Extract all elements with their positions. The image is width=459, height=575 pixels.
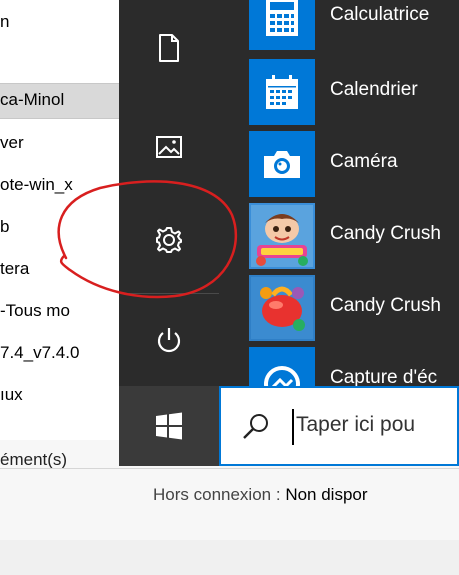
candy-crush-soda-icon <box>251 277 313 339</box>
explorer-item[interactable]: ver <box>0 133 24 153</box>
start-button[interactable] <box>119 386 219 466</box>
search-input[interactable]: Taper ici pou <box>219 386 459 466</box>
windows-logo-icon <box>156 412 182 440</box>
calculator-tile <box>249 0 315 50</box>
offline-status: Hors connexion : Non dispor <box>153 485 368 505</box>
app-item-capture[interactable]: Capture d'éc <box>219 347 459 386</box>
pictures-icon <box>156 136 182 158</box>
app-item-camera[interactable]: Caméra <box>219 131 459 201</box>
candy-crush-soda-tile <box>249 275 315 341</box>
power-icon <box>157 328 181 353</box>
pictures-button[interactable] <box>119 112 219 182</box>
explorer-item[interactable]: b <box>0 217 9 237</box>
calendar-tile <box>249 59 315 125</box>
snip-icon <box>264 366 300 386</box>
calendar-icon <box>266 75 298 109</box>
offline-status-label: Hors connexion : <box>153 485 281 504</box>
app-item-calendrier[interactable]: Calendrier <box>219 59 459 129</box>
app-list: Calculatrice Calendrier Caméra Candy Cru… <box>219 0 459 386</box>
settings-button[interactable] <box>119 205 219 275</box>
power-button[interactable] <box>119 306 219 376</box>
camera-tile <box>249 131 315 197</box>
taskbar: Taper ici pou <box>119 386 459 466</box>
explorer-item[interactable]: ote-win_x <box>0 175 73 195</box>
candy-crush-icon <box>251 205 313 267</box>
explorer-item[interactable]: tera <box>0 259 29 279</box>
app-name: Capture d'éc <box>330 367 438 386</box>
search-icon <box>243 414 268 439</box>
snip-tile <box>249 347 315 386</box>
status-divider <box>0 468 459 469</box>
window-bottom-bar <box>0 540 459 575</box>
explorer-item[interactable]: ıux <box>0 385 23 405</box>
offline-status-value: Non dispor <box>285 485 368 504</box>
documents-button[interactable] <box>119 13 219 83</box>
start-menu-rail <box>119 0 219 386</box>
calculator-icon <box>266 0 298 36</box>
search-placeholder: Taper ici pou <box>296 413 416 436</box>
candy-crush-tile <box>249 203 315 269</box>
explorer-item[interactable]: ca-Minol <box>0 90 64 110</box>
start-menu: Calculatrice Calendrier Caméra Candy Cru… <box>119 0 459 466</box>
explorer-item[interactable]: -Tous mo <box>0 301 70 321</box>
app-item-candy-crush-soda[interactable]: Candy Crush <box>219 275 459 345</box>
document-icon <box>159 34 179 62</box>
settings-gear-icon <box>156 227 182 253</box>
explorer-item[interactable]: n <box>0 12 9 32</box>
camera-icon <box>264 151 300 178</box>
explorer-item[interactable]: 7.4_v7.4.0 <box>0 343 79 363</box>
app-item-calculatrice[interactable]: Calculatrice <box>219 0 459 54</box>
app-item-candy-crush[interactable]: Candy Crush <box>219 203 459 273</box>
app-name: Calculatrice <box>330 4 430 25</box>
app-name: Candy Crush <box>330 223 441 244</box>
item-count-label: ément(s) <box>0 450 68 469</box>
text-caret <box>292 409 294 445</box>
rail-divider <box>123 293 219 294</box>
app-name: Calendrier <box>330 79 418 100</box>
app-name: Candy Crush <box>330 295 441 316</box>
app-name: Caméra <box>330 151 398 172</box>
